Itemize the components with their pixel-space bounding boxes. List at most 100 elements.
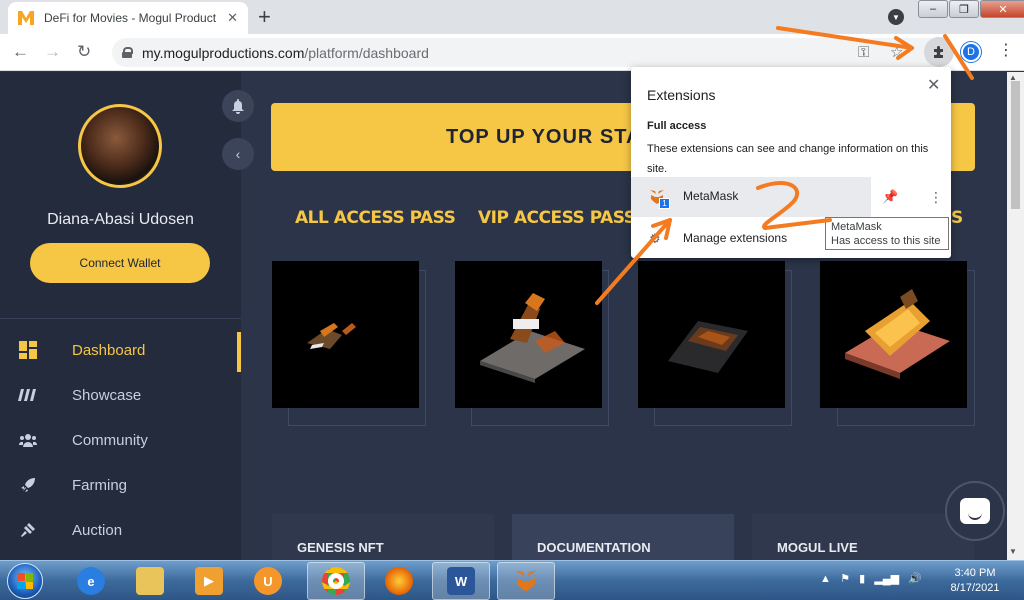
- sidebar-item-showcase[interactable]: Showcase: [0, 373, 241, 417]
- url-path: /platform/dashboard: [304, 44, 429, 61]
- taskbar-clock[interactable]: 3:40 PM 8/17/2021: [944, 566, 1006, 596]
- full-access-heading: Full access: [647, 120, 707, 132]
- taskbar-explorer[interactable]: [121, 562, 179, 600]
- taskbar-uc[interactable]: U: [239, 562, 297, 600]
- collapse-sidebar-chevron-icon[interactable]: ‹: [222, 138, 254, 170]
- back-arrow-icon[interactable]: ←: [12, 42, 29, 62]
- system-tray[interactable]: ▲ ⚑ ▮ ▂▄▆ 🔊: [820, 572, 922, 585]
- banner-text: TOP UP YOUR STAR: [446, 125, 657, 148]
- genesis-nft-card[interactable]: GENESIS NFT: [272, 514, 494, 560]
- browser-toolbar: ← → ↻ my.mogulproductions.com/platform/d…: [0, 34, 1024, 71]
- manage-extensions-label: Manage extensions: [683, 231, 788, 245]
- pass-title: VIP ACCESS PASS: [478, 208, 636, 228]
- connect-wallet-button[interactable]: Connect Wallet: [30, 243, 210, 283]
- sidebar: Diana-Abasi Udosen Connect Wallet Dashbo…: [0, 72, 241, 560]
- vip-access-pass-image[interactable]: [455, 261, 602, 408]
- taskbar-ie[interactable]: e: [62, 562, 120, 600]
- scrollbar-thumb[interactable]: [1011, 81, 1020, 209]
- mogul-favicon-icon: [18, 10, 34, 26]
- more-options-icon[interactable]: ⋮: [929, 189, 943, 206]
- tab-search-icon[interactable]: ▼: [888, 9, 904, 25]
- close-window-button[interactable]: ✕: [980, 0, 1024, 18]
- network-signal-icon[interactable]: ▂▄▆: [874, 573, 899, 585]
- taskbar-chrome[interactable]: [307, 562, 365, 600]
- card-title: MOGUL LIVE: [777, 540, 858, 555]
- address-bar[interactable]: my.mogulproductions.com/platform/dashboa…: [112, 38, 944, 67]
- notifications-bell-icon[interactable]: [222, 90, 254, 122]
- full-access-description: These extensions can see and change info…: [647, 143, 929, 175]
- taskbar-firefox[interactable]: [370, 562, 428, 600]
- pin-icon[interactable]: 📌: [882, 189, 898, 205]
- url-host: my.mogulproductions.com: [142, 44, 305, 61]
- sidebar-item-label: Farming: [72, 476, 128, 494]
- metamask-tooltip: MetaMask Has access to this site: [825, 217, 949, 250]
- user-avatar[interactable]: [78, 104, 162, 188]
- profile-avatar[interactable]: D: [961, 42, 981, 62]
- volume-icon[interactable]: 🔊: [908, 573, 922, 585]
- pass-title: ALL ACCESS PASS: [295, 208, 456, 228]
- metamask-extension-row[interactable]: 1 MetaMask: [631, 177, 871, 217]
- chat-support-button[interactable]: [945, 481, 1005, 541]
- metamask-icon: [512, 567, 540, 595]
- mogul-live-card[interactable]: MOGUL LIVE: [752, 514, 974, 560]
- flag-icon[interactable]: ⚑: [840, 573, 850, 585]
- sidebar-item-label: Showcase: [72, 386, 142, 404]
- gear-icon: ⚙: [649, 231, 661, 246]
- lock-icon[interactable]: [122, 47, 133, 58]
- chat-icon: [960, 498, 990, 524]
- tab-close-icon[interactable]: ✕: [227, 10, 238, 26]
- password-key-icon[interactable]: ⚿: [858, 44, 869, 61]
- tooltip-subtitle: Has access to this site: [831, 235, 941, 247]
- tooltip-title: MetaMask: [831, 221, 882, 233]
- extension-name: MetaMask: [683, 189, 739, 203]
- new-tab-button[interactable]: +: [258, 4, 271, 30]
- sidebar-item-farming[interactable]: Farming: [0, 463, 241, 507]
- pass-image-3[interactable]: [638, 261, 785, 408]
- sidebar-item-label: Dashboard: [72, 341, 146, 359]
- sidebar-item-auction[interactable]: Auction: [0, 508, 241, 552]
- clock-date: 8/17/2021: [950, 582, 1000, 594]
- sidebar-item-label: Community: [72, 431, 148, 449]
- taskbar-word[interactable]: W: [432, 562, 490, 600]
- sidebar-item-dashboard[interactable]: Dashboard: [0, 328, 241, 372]
- forward-arrow-icon[interactable]: →: [44, 42, 61, 62]
- browser-menu-icon[interactable]: ⋮: [998, 42, 1014, 60]
- bookmark-star-icon[interactable]: ☆: [890, 43, 903, 61]
- taskbar-media[interactable]: ▶: [180, 562, 238, 600]
- documentation-card[interactable]: DOCUMENTATION: [512, 514, 734, 560]
- tab-title: DeFi for Movies - Mogul Product: [44, 11, 217, 25]
- firefox-icon: [385, 567, 413, 595]
- internet-explorer-icon: e: [77, 567, 105, 595]
- windows-logo-icon: [17, 573, 33, 589]
- extensions-puzzle-icon[interactable]: [924, 37, 954, 67]
- popup-title: Extensions: [647, 87, 716, 103]
- browser-tab[interactable]: DeFi for Movies - Mogul Product ✕: [8, 2, 248, 34]
- pass-image-4[interactable]: [820, 261, 967, 408]
- word-icon: W: [447, 567, 475, 595]
- folder-icon: [136, 567, 164, 595]
- showcase-icon: [17, 384, 39, 406]
- restore-button[interactable]: ❐: [949, 0, 979, 18]
- community-icon: [17, 429, 39, 451]
- tray-expand-icon[interactable]: ▲: [820, 573, 831, 585]
- scroll-down-arrow-icon[interactable]: ▼: [1009, 547, 1017, 556]
- windows-taskbar: e ▶ U W ▲ ⚑ ▮ ▂▄▆ 🔊 3:40 PM 8/17/2021: [0, 560, 1024, 600]
- reload-icon[interactable]: ↻: [77, 42, 91, 62]
- card-title: GENESIS NFT: [297, 540, 384, 555]
- all-access-pass-image[interactable]: [272, 261, 419, 408]
- minimize-button[interactable]: ‒: [918, 0, 948, 18]
- media-player-icon: ▶: [195, 567, 223, 595]
- scroll-up-arrow-icon[interactable]: ▲: [1009, 73, 1017, 82]
- sidebar-divider: [0, 318, 241, 319]
- popup-close-icon[interactable]: ✕: [927, 75, 940, 95]
- sidebar-item-community[interactable]: Community: [0, 418, 241, 462]
- battery-icon[interactable]: ▮: [859, 573, 865, 585]
- taskbar-metamask[interactable]: [497, 562, 555, 600]
- uc-browser-icon: U: [254, 567, 282, 595]
- clock-time: 3:40 PM: [954, 567, 996, 579]
- gavel-icon: [17, 519, 39, 541]
- sidebar-item-label: Auction: [72, 521, 123, 539]
- chrome-icon: [322, 567, 350, 595]
- dashboard-icon: [17, 339, 39, 361]
- start-button[interactable]: [7, 563, 43, 599]
